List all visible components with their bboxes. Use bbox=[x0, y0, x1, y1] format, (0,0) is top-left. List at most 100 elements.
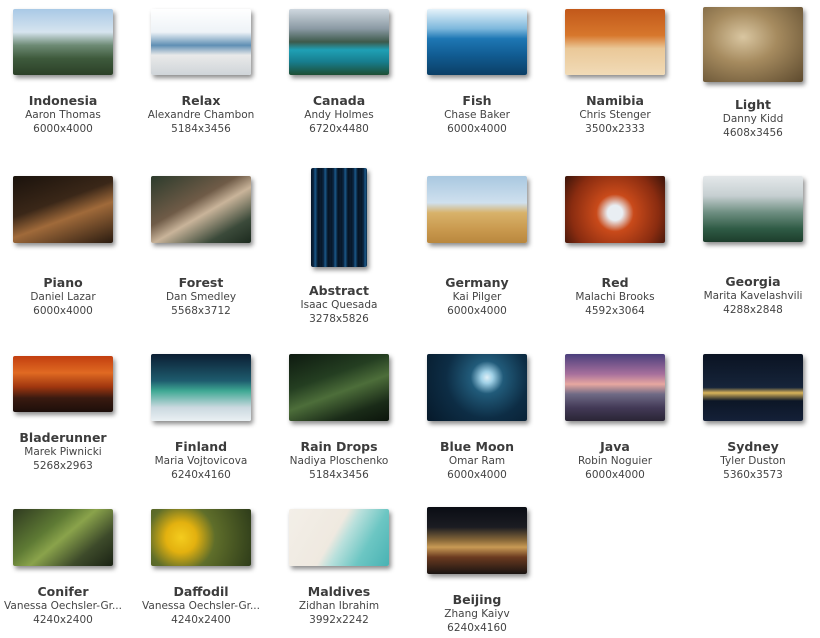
germany-thumbnail[interactable] bbox=[427, 176, 527, 243]
daffodil-thumbnail[interactable] bbox=[151, 509, 251, 566]
wallpaper-title: Sydney bbox=[727, 439, 779, 454]
wallpaper-item-piano[interactable]: Piano Daniel Lazar 6000x4000 bbox=[0, 176, 131, 318]
wallpaper-resolution: 4288x2848 bbox=[723, 304, 783, 316]
java-thumbnail[interactable] bbox=[565, 354, 665, 421]
wallpaper-item-conifer[interactable]: Conifer Vanessa Oechsler-Gr... 4240x2400 bbox=[0, 509, 131, 627]
wallpaper-title: Indonesia bbox=[28, 93, 98, 108]
wallpaper-author: Dan Smedley bbox=[165, 291, 237, 303]
wallpaper-author: Tyler Duston bbox=[720, 455, 786, 467]
finland-thumbnail[interactable] bbox=[151, 354, 251, 421]
wallpaper-item-raindrops[interactable]: Rain Drops Nadiya Ploschenko 5184x3456 bbox=[271, 354, 407, 482]
red-thumbnail[interactable] bbox=[565, 176, 665, 243]
wallpaper-resolution: 5184x3456 bbox=[309, 469, 369, 481]
indonesia-thumbnail[interactable] bbox=[13, 9, 113, 75]
abstract-thumbnail[interactable] bbox=[311, 168, 367, 267]
wallpaper-item-sydney[interactable]: Sydney Tyler Duston 5360x3573 bbox=[685, 354, 820, 482]
wallpaper-author: Marek Piwnicki bbox=[24, 446, 102, 458]
wallpaper-item-bladerunner[interactable]: Bladerunner Marek Piwnicki 5268x2963 bbox=[0, 356, 131, 473]
wallpaper-item-relax[interactable]: Relax Alexandre Chambon 5184x3456 bbox=[133, 9, 269, 136]
wallpaper-author: Vanessa Oechsler-Gr... bbox=[142, 600, 260, 612]
wallpaper-title: Rain Drops bbox=[300, 439, 378, 454]
wallpaper-title: Piano bbox=[43, 275, 83, 290]
wallpaper-author: Nadiya Ploschenko bbox=[289, 455, 389, 467]
forest-thumbnail[interactable] bbox=[151, 176, 251, 243]
namibia-thumbnail[interactable] bbox=[565, 9, 665, 75]
wallpaper-resolution: 4240x2400 bbox=[171, 614, 231, 626]
wallpaper-author: Andy Holmes bbox=[304, 109, 374, 121]
wallpaper-resolution: 6720x4480 bbox=[309, 123, 369, 135]
wallpaper-resolution: 5568x3712 bbox=[171, 305, 231, 317]
wallpaper-author: Kai Pilger bbox=[452, 291, 502, 303]
wallpaper-author: Vanessa Oechsler-Gr... bbox=[4, 600, 122, 612]
wallpaper-resolution: 6000x4000 bbox=[447, 123, 507, 135]
wallpaper-title: Namibia bbox=[586, 93, 644, 108]
wallpaper-author: Omar Ram bbox=[448, 455, 506, 467]
wallpaper-title: Conifer bbox=[37, 584, 89, 599]
wallpaper-item-daffodil[interactable]: Daffodil Vanessa Oechsler-Gr... 4240x240… bbox=[133, 509, 269, 627]
wallpaper-title: Beijing bbox=[452, 592, 502, 607]
maldives-thumbnail[interactable] bbox=[289, 509, 389, 566]
wallpaper-item-forest[interactable]: Forest Dan Smedley 5568x3712 bbox=[133, 176, 269, 318]
wallpaper-author: Danny Kidd bbox=[722, 113, 784, 125]
wallpaper-title: Canada bbox=[312, 93, 366, 108]
raindrops-thumbnail[interactable] bbox=[289, 354, 389, 421]
wallpaper-resolution: 6240x4160 bbox=[447, 622, 507, 634]
wallpaper-resolution: 6000x4000 bbox=[447, 305, 507, 317]
wallpaper-resolution: 3278x5826 bbox=[309, 313, 369, 325]
wallpaper-item-light[interactable]: Light Danny Kidd 4608x3456 bbox=[685, 7, 820, 140]
wallpaper-item-abstract[interactable]: Abstract Isaac Quesada 3278x5826 bbox=[271, 168, 407, 326]
canada-thumbnail[interactable] bbox=[289, 9, 389, 75]
fish-thumbnail[interactable] bbox=[427, 9, 527, 75]
conifer-thumbnail[interactable] bbox=[13, 509, 113, 566]
wallpaper-title: Forest bbox=[178, 275, 224, 290]
wallpaper-resolution: 4608x3456 bbox=[723, 127, 783, 139]
light-thumbnail[interactable] bbox=[703, 7, 803, 82]
sydney-thumbnail[interactable] bbox=[703, 354, 803, 421]
wallpaper-title: Finland bbox=[174, 439, 228, 454]
wallpaper-item-namibia[interactable]: Namibia Chris Stenger 3500x2333 bbox=[547, 9, 683, 136]
wallpaper-title: Light bbox=[734, 97, 772, 112]
wallpaper-item-canada[interactable]: Canada Andy Holmes 6720x4480 bbox=[271, 9, 407, 136]
relax-thumbnail[interactable] bbox=[151, 9, 251, 75]
wallpaper-item-indonesia[interactable]: Indonesia Aaron Thomas 6000x4000 bbox=[0, 9, 131, 136]
wallpaper-item-red[interactable]: Red Malachi Brooks 4592x3064 bbox=[547, 176, 683, 318]
wallpaper-title: Germany bbox=[445, 275, 509, 290]
wallpaper-author: Marita Kavelashvili bbox=[703, 290, 803, 302]
wallpaper-author: Robin Noguier bbox=[577, 455, 653, 467]
wallpaper-author: Chris Stenger bbox=[579, 109, 651, 121]
wallpaper-author: Isaac Quesada bbox=[300, 299, 378, 311]
wallpaper-resolution: 5360x3573 bbox=[723, 469, 783, 481]
wallpaper-resolution: 4240x2400 bbox=[33, 614, 93, 626]
piano-thumbnail[interactable] bbox=[13, 176, 113, 243]
wallpaper-item-finland[interactable]: Finland Maria Vojtovicova 6240x4160 bbox=[133, 354, 269, 482]
wallpaper-grid: Indonesia Aaron Thomas 6000x4000 Relax A… bbox=[0, 0, 820, 638]
wallpaper-resolution: 4592x3064 bbox=[585, 305, 645, 317]
georgia-thumbnail[interactable] bbox=[703, 176, 803, 242]
bladerunner-thumbnail[interactable] bbox=[13, 356, 113, 412]
wallpaper-title: Red bbox=[601, 275, 629, 290]
wallpaper-author: Zidhan Ibrahim bbox=[298, 600, 380, 612]
wallpaper-author: Chase Baker bbox=[444, 109, 510, 121]
wallpaper-resolution: 6000x4000 bbox=[447, 469, 507, 481]
beijing-thumbnail[interactable] bbox=[427, 507, 527, 574]
wallpaper-title: Abstract bbox=[308, 283, 370, 298]
wallpaper-resolution: 5268x2963 bbox=[33, 460, 93, 472]
wallpaper-item-georgia[interactable]: Georgia Marita Kavelashvili 4288x2848 bbox=[685, 176, 820, 317]
wallpaper-author: Zhang Kaiyv bbox=[444, 608, 510, 620]
wallpaper-resolution: 6000x4000 bbox=[33, 123, 93, 135]
wallpaper-item-bluemoon[interactable]: Blue Moon Omar Ram 6000x4000 bbox=[409, 354, 545, 482]
wallpaper-author: Malachi Brooks bbox=[575, 291, 655, 303]
wallpaper-item-maldives[interactable]: Maldives Zidhan Ibrahim 3992x2242 bbox=[271, 509, 407, 627]
wallpaper-resolution: 6240x4160 bbox=[171, 469, 231, 481]
wallpaper-item-germany[interactable]: Germany Kai Pilger 6000x4000 bbox=[409, 176, 545, 318]
wallpaper-item-fish[interactable]: Fish Chase Baker 6000x4000 bbox=[409, 9, 545, 136]
wallpaper-title: Relax bbox=[181, 93, 221, 108]
wallpaper-title: Daffodil bbox=[173, 584, 229, 599]
wallpaper-resolution: 3992x2242 bbox=[309, 614, 369, 626]
bluemoon-thumbnail[interactable] bbox=[427, 354, 527, 421]
wallpaper-title: Blue Moon bbox=[439, 439, 515, 454]
wallpaper-author: Daniel Lazar bbox=[30, 291, 96, 303]
wallpaper-item-beijing[interactable]: Beijing Zhang Kaiyv 6240x4160 bbox=[409, 507, 545, 635]
wallpaper-item-java[interactable]: Java Robin Noguier 6000x4000 bbox=[547, 354, 683, 482]
wallpaper-author: Aaron Thomas bbox=[25, 109, 101, 121]
